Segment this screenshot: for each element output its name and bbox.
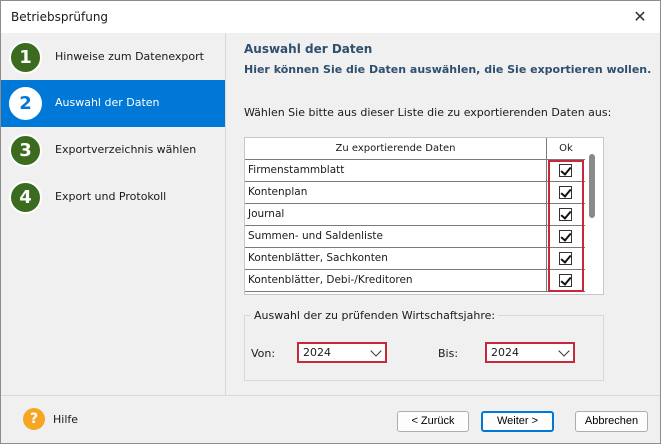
ok-checkbox[interactable]: [559, 208, 572, 221]
step-label: Export und Protokoll: [55, 190, 167, 203]
step-number-badge: 3: [9, 134, 42, 167]
chevron-down-icon: [370, 345, 382, 357]
step-number-badge: 4: [9, 181, 42, 214]
ok-checkbox[interactable]: [559, 186, 572, 199]
step-label: Exportverzeichnis wählen: [55, 143, 197, 156]
row-ok-cell: [547, 270, 585, 291]
row-ok-cell: [547, 226, 585, 247]
chevron-down-icon: [558, 345, 570, 357]
cancel-button[interactable]: Abbrechen: [575, 411, 648, 432]
row-ok-cell: [547, 182, 585, 203]
row-ok-cell: [547, 160, 585, 181]
fiscal-years-group: Auswahl der zu prüfenden Wirtschaftsjahr…: [244, 309, 604, 381]
table-row: Firmenstammblatt: [245, 160, 585, 182]
row-label: Kontenblätter, Sachkonten: [245, 248, 547, 269]
row-label: Summen- und Saldenliste: [245, 226, 547, 247]
close-icon[interactable]: ✕: [630, 7, 650, 27]
ok-checkbox[interactable]: [559, 164, 572, 177]
instruction-text: Wählen Sie bitte aus dieser Liste die zu…: [244, 106, 612, 119]
to-year-select[interactable]: 2024: [485, 342, 575, 363]
wizard-steps: 1 Hinweise zum Datenexport 2 Auswahl der…: [1, 33, 225, 395]
step-number-badge: 2: [9, 87, 42, 120]
page-subtitle: Hier können Sie die Daten auswählen, die…: [244, 63, 652, 76]
next-button[interactable]: Weiter >: [481, 411, 554, 432]
step-hinweise[interactable]: 1 Hinweise zum Datenexport: [1, 34, 225, 81]
from-year-select[interactable]: 2024: [297, 342, 387, 363]
step-number-badge: 1: [9, 41, 42, 74]
window-title: Betriebsprüfung: [11, 10, 109, 24]
from-year-label: Von:: [251, 347, 276, 360]
dialog-window: Betriebsprüfung ✕ 1 Hinweise zum Datenex…: [0, 0, 661, 444]
table-row: Journal: [245, 204, 585, 226]
row-ok-cell: [547, 204, 585, 225]
column-header-ok[interactable]: Ok: [547, 138, 585, 160]
step-label: Hinweise zum Datenexport: [55, 50, 204, 63]
row-label: Journal: [245, 204, 547, 225]
from-year-value: 2024: [303, 346, 331, 359]
back-button[interactable]: < Zurück: [397, 411, 469, 432]
row-label: Kontenplan: [245, 182, 547, 203]
row-label: Kontenblätter, Debi-/Kreditoren: [245, 270, 547, 291]
page-title: Auswahl der Daten: [244, 42, 373, 56]
to-year-label: Bis:: [438, 347, 459, 360]
row-label: Firmenstammblatt: [245, 160, 547, 181]
table-header: Zu exportierende Daten Ok: [245, 138, 585, 160]
group-legend: Auswahl der zu prüfenden Wirtschaftsjahr…: [251, 309, 499, 322]
step-label: Auswahl der Daten: [55, 96, 160, 109]
step-export-protokoll[interactable]: 4 Export und Protokoll: [1, 174, 225, 221]
vertical-scrollbar-thumb[interactable]: [589, 154, 595, 218]
to-year-value: 2024: [491, 346, 519, 359]
row-ok-cell: [547, 248, 585, 269]
column-header-data[interactable]: Zu exportierende Daten: [245, 138, 547, 160]
title-bar: Betriebsprüfung ✕: [1, 1, 660, 33]
ok-checkbox[interactable]: [559, 252, 572, 265]
table-row: Summen- und Saldenliste: [245, 226, 585, 248]
ok-checkbox[interactable]: [559, 230, 572, 243]
export-data-table: Zu exportierende Daten Ok Firmenstammbla…: [244, 137, 604, 295]
table-row: Kontenblätter, Sachkonten: [245, 248, 585, 270]
step-auswahl[interactable]: 2 Auswahl der Daten: [1, 80, 225, 127]
step-exportverzeichnis[interactable]: 3 Exportverzeichnis wählen: [1, 127, 225, 174]
content-panel: Auswahl der Daten Hier können Sie die Da…: [225, 33, 660, 395]
ok-checkbox[interactable]: [559, 274, 572, 287]
table-row: Kontenblätter, Debi-/Kreditoren: [245, 270, 585, 292]
help-icon[interactable]: ?: [23, 408, 45, 430]
table-row: Kontenplan: [245, 182, 585, 204]
dialog-footer: ? Hilfe < Zurück Weiter > Abbrechen: [1, 395, 660, 443]
help-link[interactable]: Hilfe: [53, 413, 78, 426]
